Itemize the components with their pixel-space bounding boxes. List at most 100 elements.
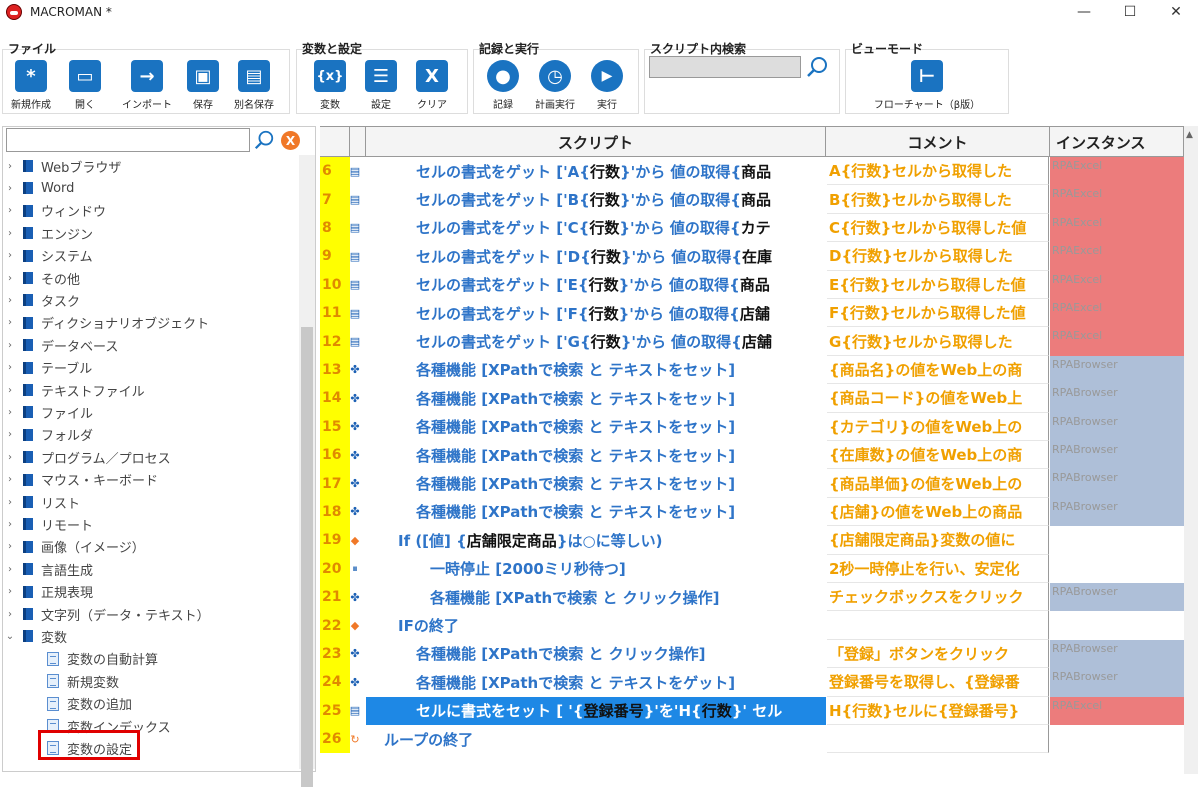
new-button[interactable]: * 新規作成	[7, 60, 55, 111]
tree-item[interactable]: › ファイル	[3, 401, 93, 423]
instance-column-header[interactable]: インスタンス	[1050, 127, 1184, 157]
instance-cell[interactable]	[1050, 554, 1184, 583]
script-row[interactable]: 15 ✤ 各種機能 [XPathで検索 と テキストをセット] {カテゴリ}の値をWe…	[320, 412, 1184, 441]
chevron-right-icon[interactable]: ›	[3, 317, 17, 328]
tree-item[interactable]: › 文字列（データ・テキスト）	[3, 603, 210, 625]
instance-cell[interactable]: RPAExcel	[1050, 270, 1184, 299]
instance-cell[interactable]: RPAExcel	[1050, 157, 1184, 186]
script-cell[interactable]: 各種機能 [XPathで検索 と テキストをセット]	[366, 356, 826, 384]
chevron-right-icon[interactable]: ›	[3, 183, 17, 194]
chevron-right-icon[interactable]: ›	[3, 340, 17, 351]
script-row[interactable]: 10 ▤ セルの書式をゲット ['E{行数}'から 値の取得{商品 E{行数}セルから…	[320, 270, 1184, 299]
comment-cell[interactable]: 2秒一時停止を行い、安定化	[827, 554, 1049, 583]
tree-item[interactable]: › プログラム／プロセス	[3, 446, 171, 468]
comment-cell[interactable]	[827, 725, 1049, 754]
script-row[interactable]: 13 ✤ 各種機能 [XPathで検索 と テキストをセット] {商品名}の値をWeb…	[320, 355, 1184, 385]
chevron-right-icon[interactable]: ›	[3, 295, 17, 306]
instance-cell[interactable]: RPAExcel	[1050, 327, 1184, 356]
script-row[interactable]: 6 ▤ セルの書式をゲット ['A{行数}'から 値の取得{商品 A{行数}セルから取…	[320, 157, 1184, 186]
tree-item[interactable]: › 言語生成	[3, 558, 93, 580]
script-search-input[interactable]	[649, 56, 801, 78]
script-cell[interactable]: 各種機能 [XPathで検索 と テキストをセット]	[366, 441, 826, 469]
chevron-right-icon[interactable]: ›	[3, 564, 17, 575]
instance-cell[interactable]	[1050, 526, 1184, 555]
tree-search-input[interactable]	[6, 128, 250, 152]
comment-cell[interactable]: F{行数}セルから取得した値	[827, 299, 1049, 328]
comment-cell[interactable]: {商品単価}の値をWeb上の	[827, 469, 1049, 498]
comment-cell[interactable]: G{行数}セルから取得した	[827, 327, 1049, 356]
clear-button[interactable]: X クリア	[412, 60, 452, 111]
script-row[interactable]: 24 ✤ 各種機能 [XPathで検索 と テキストをゲット] 登録番号を取得し、{登…	[320, 668, 1184, 697]
script-cell[interactable]: セルの書式をゲット ['C{行数}'から 値の取得{カテ	[366, 214, 826, 242]
script-cell[interactable]: セルの書式をゲット ['G{行数}'から 値の取得{店舗	[366, 327, 826, 355]
tree-child-item[interactable]: 変数の自動計算	[47, 648, 158, 670]
tree-item[interactable]: › テーブル	[3, 357, 92, 379]
tree-item[interactable]: › マウス・キーボード	[3, 469, 158, 491]
script-row[interactable]: 25 ▤ セルに書式をセット [ '{登録番号}'を'H{行数}' セル H{行数}セ…	[320, 696, 1184, 725]
tree-item[interactable]: › ウィンドウ	[3, 200, 106, 222]
chevron-right-icon[interactable]: ›	[3, 161, 17, 172]
scroll-up-icon[interactable]: ▲	[1186, 130, 1193, 140]
script-column-header[interactable]: スクリプト	[366, 127, 826, 157]
save-as-button[interactable]: ▤ 別名保存	[228, 60, 280, 111]
script-cell[interactable]: セルの書式をゲット ['B{行数}'から 値の取得{商品	[366, 185, 826, 213]
tree-scrollbar-thumb[interactable]	[301, 327, 313, 787]
maximize-button[interactable]: ☐	[1107, 0, 1153, 24]
script-row[interactable]: 22 ◆ IFの終了	[320, 611, 1184, 640]
scheduled-run-button[interactable]: ◷ 計画実行	[530, 60, 580, 111]
chevron-right-icon[interactable]: ›	[3, 429, 17, 440]
script-cell[interactable]: セルの書式をゲット ['A{行数}'から 値の取得{商品	[366, 157, 826, 185]
tree-item[interactable]: › システム	[3, 245, 93, 267]
comment-cell[interactable]: {カテゴリ}の値をWeb上の	[827, 412, 1049, 441]
script-row[interactable]: 20 ⏸ 一時停止 [2000ミリ秒待つ] 2秒一時停止を行い、安定化	[320, 554, 1184, 583]
comment-cell[interactable]: H{行数}セルに{登録番号}	[827, 696, 1049, 725]
chevron-right-icon[interactable]: ›	[3, 407, 17, 418]
script-row[interactable]: 17 ✤ 各種機能 [XPathで検索 と テキストをセット] {商品単価}の値をWe…	[320, 469, 1184, 498]
tree-search-icon[interactable]	[253, 129, 275, 151]
chevron-right-icon[interactable]: ›	[3, 541, 17, 552]
comment-cell[interactable]: {在庫数}の値をWeb上の商	[827, 441, 1049, 470]
script-row[interactable]: 21 ✤ 各種機能 [XPathで検索 と クリック操作] チェックボックスをクリック…	[320, 583, 1184, 612]
comment-column-header[interactable]: コメント	[826, 127, 1050, 157]
script-cell[interactable]: 各種機能 [XPathで検索 と クリック操作]	[366, 640, 826, 668]
script-cell[interactable]: 各種機能 [XPathで検索 と テキストをセット]	[366, 498, 826, 526]
tree-item[interactable]: › エンジン	[3, 222, 93, 244]
instance-cell[interactable]: RPABrowser	[1050, 441, 1184, 470]
script-cell[interactable]: 各種機能 [XPathで検索 と テキストをセット]	[366, 384, 826, 412]
script-cell[interactable]: IFの終了	[366, 611, 826, 639]
flowchart-button[interactable]: ⊢ フローチャート（β版）	[865, 60, 989, 111]
search-icon[interactable]	[806, 55, 830, 79]
instance-cell[interactable]: RPABrowser	[1050, 384, 1184, 413]
comment-cell[interactable]: D{行数}セルから取得した	[827, 242, 1049, 271]
record-button[interactable]: ● 記録	[483, 60, 523, 111]
minimize-button[interactable]: —	[1061, 0, 1107, 24]
script-row[interactable]: 9 ▤ セルの書式をゲット ['D{行数}'から 値の取得{在庫 D{行数}セルから取…	[320, 242, 1184, 271]
script-row[interactable]: 18 ✤ 各種機能 [XPathで検索 と テキストをセット] {店舗}の値をWeb上…	[320, 497, 1184, 527]
comment-cell[interactable]: 「登録」ボタンをクリック	[827, 639, 1049, 669]
tree-child-item[interactable]: 変数の追加	[47, 693, 132, 715]
close-button[interactable]: ✕	[1153, 0, 1199, 24]
comment-cell[interactable]: C{行数}セルから取得した値	[827, 213, 1049, 243]
tree-item[interactable]: › その他	[3, 267, 80, 289]
chevron-right-icon[interactable]: ›	[3, 385, 17, 396]
script-row[interactable]: 11 ▤ セルの書式をゲット ['F{行数}'から 値の取得{店舗 F{行数}セルから…	[320, 299, 1184, 328]
comment-cell[interactable]: B{行数}セルから取得した	[827, 185, 1049, 214]
script-cell[interactable]: セルに書式をセット [ '{登録番号}'を'H{行数}' セル	[366, 696, 826, 725]
instance-cell[interactable]	[1050, 725, 1184, 754]
instance-cell[interactable]	[1050, 611, 1184, 640]
chevron-right-icon[interactable]: ›	[3, 452, 17, 463]
instance-cell[interactable]: RPAExcel	[1050, 213, 1184, 243]
comment-cell[interactable]: {店舗限定商品}変数の値に	[827, 526, 1049, 555]
instance-cell[interactable]: RPAExcel	[1050, 299, 1184, 328]
instance-cell[interactable]: RPABrowser	[1050, 639, 1184, 669]
instance-cell[interactable]: RPAExcel	[1050, 696, 1184, 725]
script-row[interactable]: 14 ✤ 各種機能 [XPathで検索 と テキストをセット] {商品コード}の値をW…	[320, 384, 1184, 413]
import-button[interactable]: → インポート	[115, 60, 179, 111]
comment-cell[interactable]: E{行数}セルから取得した値	[827, 270, 1049, 299]
script-cell[interactable]: 各種機能 [XPathで検索 と テキストをセット]	[366, 413, 826, 441]
save-button[interactable]: ▣ 保存	[182, 60, 224, 111]
clear-search-icon[interactable]: X	[281, 131, 300, 150]
tree-child-item[interactable]: 新規変数	[47, 670, 119, 692]
script-row[interactable]: 16 ✤ 各種機能 [XPathで検索 と テキストをセット] {在庫数}の値をWeb…	[320, 441, 1184, 470]
script-row[interactable]: 19 ◆ If ([値] {店舗限定商品}は○に等しい) {店舗限定商品}変数の値に	[320, 526, 1184, 555]
